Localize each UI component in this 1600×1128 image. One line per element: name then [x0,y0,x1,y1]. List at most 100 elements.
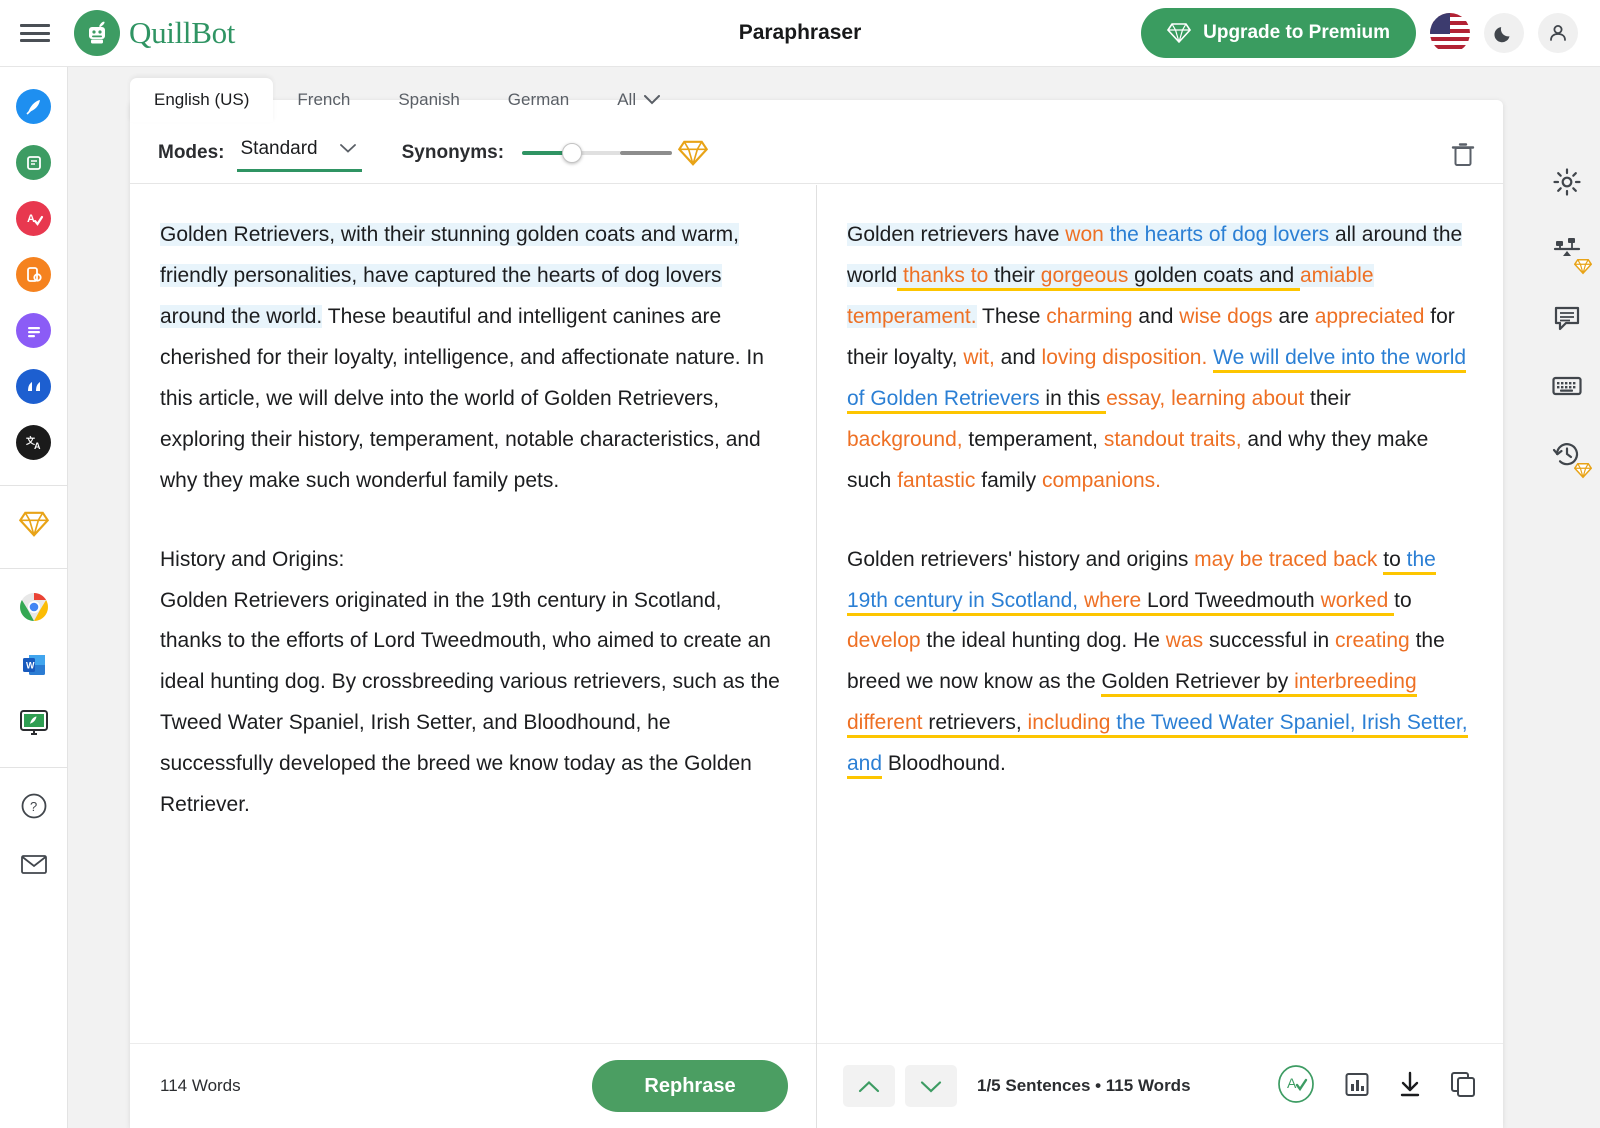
input-heading-2: History and Origins: [160,547,345,571]
bar-chart-icon[interactable] [1343,1070,1371,1103]
output-token[interactable]: Golden Retriever by [1101,670,1295,698]
tab-english-us[interactable]: English (US) [130,78,274,122]
output-token[interactable]: appreciated [1315,305,1431,328]
output-token[interactable]: may be traced back [1194,548,1383,571]
tab-french[interactable]: French [273,78,374,122]
editor-panes: Golden Retrievers, with their stunning g… [130,185,1503,1128]
output-token[interactable]: Lord Tweedmouth [1147,588,1321,616]
chrome-icon[interactable] [16,589,52,625]
account-icon[interactable] [1538,13,1578,53]
synonyms-slider[interactable] [522,141,673,165]
download-icon[interactable] [1397,1070,1423,1103]
output-token[interactable]: standout traits, [1104,428,1248,451]
grammar-check-icon: A [27,213,43,226]
output-token[interactable]: gorgeous [1040,263,1135,291]
output-token[interactable]: and [1001,346,1042,369]
output-token[interactable]: to [1383,547,1407,575]
output-token[interactable]: the hearts of dog lovers [1109,223,1335,246]
synonyms-label: Synonyms: [401,141,505,163]
mail-icon[interactable] [16,846,52,882]
input-paragraph-1-rest: These beautiful and intelligent canines … [160,304,764,492]
output-token[interactable]: develop [847,629,926,652]
sidebar-item-summarizer[interactable] [16,313,51,348]
output-token[interactable]: the ideal hunting dog. He [926,629,1165,652]
sidebar-item-plagiarism-checker[interactable] [16,257,51,292]
tab-all-languages[interactable]: All [593,78,684,122]
tab-spanish[interactable]: Spanish [374,78,483,122]
trash-icon[interactable] [1451,142,1475,173]
chevron-down-icon [920,1080,942,1093]
output-token[interactable]: their [994,263,1041,291]
output-token[interactable]: temperament, [968,428,1103,451]
grammar-check-circle-icon[interactable]: A [1275,1063,1317,1110]
output-token[interactable]: wise dogs [1179,305,1278,328]
output-token[interactable]: loving disposition. [1042,346,1214,369]
output-token[interactable]: won [1065,223,1110,246]
output-token[interactable]: retrievers, [928,711,1028,739]
output-token[interactable]: companions. [1042,469,1161,492]
desktop-app-icon[interactable] [16,705,52,741]
us-flag-icon[interactable] [1430,13,1470,53]
sidebar-item-citation-generator[interactable] [16,369,51,404]
input-textarea[interactable]: Golden Retrievers, with their stunning g… [130,185,816,1043]
sidebar-item-translator[interactable]: 文A [16,425,51,460]
output-token[interactable]: in this [1039,386,1107,414]
brand-logo-group[interactable]: QuillBot [74,10,235,56]
output-token[interactable]: where [1083,588,1148,616]
output-token[interactable]: golden coats and [1134,263,1300,291]
sidebar-item-paraphraser[interactable] [16,145,51,180]
output-token[interactable]: Golden retrievers' history and origins [847,548,1194,571]
next-sentence-button[interactable] [905,1065,957,1107]
copy-icon[interactable] [1449,1070,1477,1103]
output-footer: 1/5 Sentences • 115 Words A [817,1043,1503,1128]
sidebar-item-grammar-checker[interactable]: A [16,201,51,236]
output-token[interactable]: essay, learning about [1106,387,1310,410]
sidebar-item-ai-writer[interactable] [16,89,51,124]
top-bar-actions: Upgrade to Premium [1141,8,1578,58]
diamond-icon [1167,23,1192,44]
keyboard-icon[interactable] [1544,363,1590,409]
output-token[interactable]: to [1394,589,1412,612]
ms-word-icon[interactable]: W [16,647,52,683]
compare-balance-icon[interactable] [1544,227,1592,275]
output-token[interactable]: fantastic [897,469,981,492]
output-token[interactable]: was [1166,629,1209,652]
output-token[interactable]: wit, [963,346,1000,369]
tab-label: French [297,90,351,109]
output-token[interactable]: successful in [1209,629,1335,652]
hamburger-icon[interactable] [20,22,50,44]
output-token[interactable]: are [1279,305,1315,328]
output-token[interactable]: charming [1046,305,1138,328]
output-token[interactable]: family [981,469,1042,492]
output-token[interactable]: their [1310,387,1351,410]
output-token[interactable]: creating [1335,629,1416,652]
feedback-comment-icon[interactable] [1544,295,1590,341]
mode-dropdown[interactable]: Standard [236,134,362,172]
help-circle-icon[interactable]: ? [16,788,52,824]
output-token[interactable]: Bloodhound. [882,752,1006,775]
brand-name: QuillBot [129,15,236,50]
output-token[interactable]: worked [1320,588,1395,616]
plagiarism-icon [26,266,42,282]
chevron-down-icon [644,95,661,105]
output-token[interactable]: including [1027,711,1117,739]
output-token[interactable]: These [977,305,1047,328]
language-tabs: English (US) French Spanish German All [130,70,684,122]
output-token[interactable]: background, [847,428,968,451]
chevron-up-icon [858,1080,880,1092]
tab-german[interactable]: German [484,78,593,122]
tab-label: English (US) [154,90,250,109]
output-token[interactable]: and [1138,305,1179,328]
moon-icon[interactable] [1484,13,1524,53]
previous-sentence-button[interactable] [843,1065,895,1107]
upgrade-to-premium-button[interactable]: Upgrade to Premium [1141,8,1416,58]
history-clock-icon[interactable] [1544,431,1592,479]
output-token[interactable]: Golden retrievers have [847,223,1066,246]
premium-diamond-icon[interactable] [16,506,52,542]
settings-gear-icon[interactable] [1544,159,1590,205]
rephrase-button[interactable]: Rephrase [592,1060,788,1112]
output-actions: A [1275,1063,1477,1110]
output-text[interactable]: Golden retrievers have won the hearts of… [817,185,1503,1043]
slider-knob[interactable] [562,142,583,163]
output-token[interactable]: thanks to [897,263,995,291]
